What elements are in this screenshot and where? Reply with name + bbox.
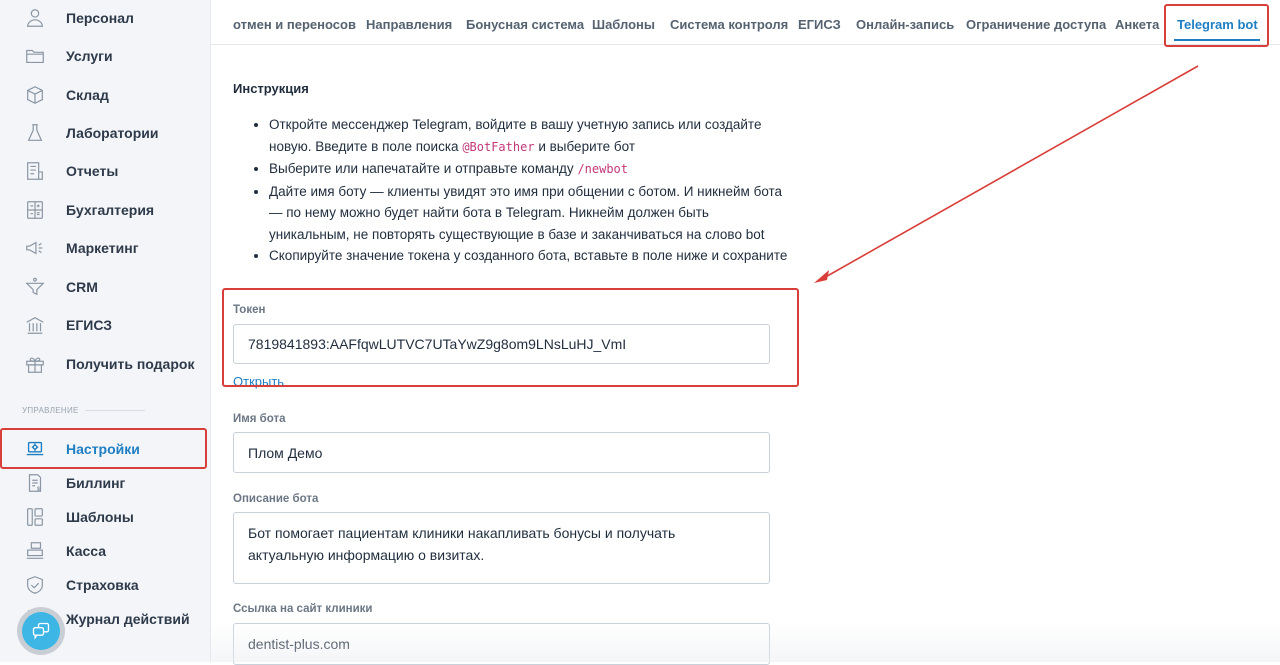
instruction-step: Дайте имя боту — клиенты увидят это имя … bbox=[269, 181, 789, 246]
tab-online-booking[interactable]: Онлайн-запись bbox=[856, 17, 954, 32]
sidebar-item-label: Получить подарок bbox=[66, 356, 195, 372]
sidebar-item-warehouse[interactable]: Склад bbox=[22, 80, 109, 110]
sidebar-item-settings[interactable]: Настройки bbox=[22, 434, 140, 464]
sidebar-item-templates[interactable]: Шаблоны bbox=[22, 502, 134, 532]
flask-icon bbox=[22, 121, 48, 145]
sidebar-item-services[interactable]: Услуги bbox=[22, 41, 113, 71]
bot-description-textarea[interactable]: Бот помогает пациентам клиники накаплива… bbox=[233, 512, 770, 584]
megaphone-icon bbox=[22, 236, 48, 260]
tab-bonus-system[interactable]: Бонусная система bbox=[466, 17, 584, 32]
calculator-icon bbox=[22, 198, 48, 222]
instruction-step: Выберите или напечатайте и отправьте ком… bbox=[269, 158, 789, 181]
chat-bubbles-icon bbox=[22, 612, 60, 650]
sidebar-item-label: Услуги bbox=[66, 48, 113, 64]
tab-cancellations[interactable]: отмен и переносов bbox=[233, 17, 356, 32]
sidebar-item-label: Бухгалтерия bbox=[66, 202, 155, 218]
sidebar-item-accounting[interactable]: Бухгалтерия bbox=[22, 195, 154, 225]
instruction-step: Скопируйте значение токена у созданного … bbox=[269, 245, 789, 267]
sidebar-item-label: Отчеты bbox=[66, 163, 119, 179]
sidebar-item-label: CRM bbox=[66, 279, 98, 295]
sidebar-item-label: ЕГИСЗ bbox=[66, 317, 113, 333]
template-icon bbox=[22, 505, 48, 529]
settings-laptop-icon bbox=[22, 437, 48, 461]
botfather-code: @BotFather bbox=[462, 139, 535, 154]
report-icon bbox=[22, 159, 48, 183]
sidebar: Персонал Услуги Склад Лаборатории Отчеты… bbox=[0, 0, 211, 662]
sidebar-item-crm[interactable]: CRM bbox=[22, 272, 98, 302]
open-link[interactable]: Открыть bbox=[233, 374, 284, 389]
instructions-title: Инструкция bbox=[233, 81, 309, 96]
sidebar-item-insurance[interactable]: Страховка bbox=[22, 570, 139, 600]
newbot-code: /newbot bbox=[577, 162, 629, 176]
funnel-icon bbox=[22, 275, 48, 299]
highlight-box-telegram-tab bbox=[1164, 4, 1269, 47]
token-input[interactable]: 7819841893:AAFfqwLUTVC7UTaYwZ9g8om9LNsLu… bbox=[233, 324, 770, 364]
tab-directions[interactable]: Направления bbox=[366, 17, 452, 32]
support-chat-button[interactable] bbox=[17, 607, 65, 655]
sidebar-item-label: Персонал bbox=[66, 10, 134, 26]
sidebar-item-personnel[interactable]: Персонал bbox=[22, 3, 134, 33]
sidebar-item-label: Страховка bbox=[66, 577, 139, 593]
sidebar-item-label: Маркетинг bbox=[66, 240, 139, 256]
svg-text:$: $ bbox=[37, 486, 40, 492]
sidebar-item-marketing[interactable]: Маркетинг bbox=[22, 233, 139, 263]
token-label: Токен bbox=[233, 304, 266, 316]
sidebar-item-label: Лаборатории bbox=[66, 125, 159, 141]
invoice-icon: $ bbox=[22, 471, 48, 495]
shield-icon bbox=[22, 573, 48, 597]
sidebar-item-label: Шаблоны bbox=[66, 509, 134, 525]
clinic-site-label: Ссылка на сайт клиники bbox=[233, 603, 373, 615]
sidebar-item-laboratories[interactable]: Лаборатории bbox=[22, 118, 158, 148]
sidebar-item-label: Склад bbox=[66, 87, 109, 103]
tab-questionnaire[interactable]: Анкета bbox=[1115, 17, 1159, 32]
sidebar-item-label: Биллинг bbox=[66, 475, 126, 491]
bot-name-label: Имя бота bbox=[233, 413, 286, 425]
gift-icon bbox=[22, 352, 48, 376]
bot-name-input[interactable]: Плом Демо bbox=[233, 432, 770, 473]
bot-description-label: Описание бота bbox=[233, 493, 319, 505]
sidebar-item-label: Журнал действий bbox=[66, 611, 190, 627]
building-icon bbox=[22, 313, 48, 337]
sidebar-item-label: Настройки bbox=[66, 441, 140, 457]
folder-icon bbox=[22, 44, 48, 68]
sidebar-item-reports[interactable]: Отчеты bbox=[22, 156, 118, 186]
sidebar-item-egisz[interactable]: ЕГИСЗ bbox=[22, 310, 112, 340]
tab-control-system[interactable]: Система контроля bbox=[670, 17, 788, 32]
instruction-step: Откройте мессенджер Telegram, войдите в … bbox=[269, 114, 789, 158]
sidebar-item-cashbox[interactable]: Касса bbox=[22, 536, 106, 566]
tab-templates[interactable]: Шаблоны bbox=[592, 17, 655, 32]
tab-egisz[interactable]: ЕГИСЗ bbox=[798, 17, 841, 32]
box-icon bbox=[22, 83, 48, 107]
section-label-management: УПРАВЛЕНИЕ bbox=[22, 406, 145, 415]
clinic-site-input[interactable]: dentist-plus.com bbox=[233, 623, 770, 665]
sidebar-item-label: Касса bbox=[66, 543, 107, 559]
instructions-list: Откройте мессенджер Telegram, войдите в … bbox=[251, 114, 789, 267]
cash-register-icon bbox=[22, 539, 48, 563]
sidebar-item-billing[interactable]: $ Биллинг bbox=[22, 468, 125, 498]
person-icon bbox=[22, 6, 48, 30]
tab-access-restriction[interactable]: Ограничение доступа bbox=[966, 17, 1106, 32]
sidebar-item-gift[interactable]: Получить подарок bbox=[22, 349, 194, 379]
